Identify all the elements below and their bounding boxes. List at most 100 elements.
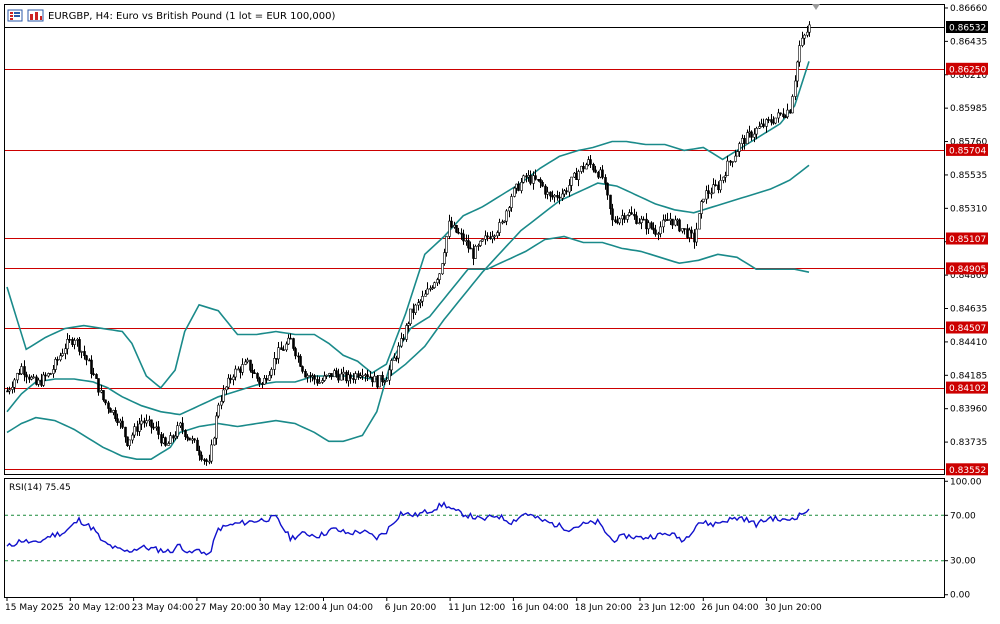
candle-body-down bbox=[198, 450, 201, 456]
candle bbox=[213, 436, 216, 446]
candle-body-down bbox=[301, 366, 304, 372]
candle-body-up bbox=[496, 232, 499, 237]
bar-chart-icon[interactable] bbox=[27, 9, 44, 22]
candle bbox=[164, 436, 167, 447]
candle-body-down bbox=[265, 377, 268, 381]
level-label: 0.84507 bbox=[949, 324, 986, 334]
time-axis-tick-label: 23 May 04:00 bbox=[132, 603, 194, 613]
candle-body-down bbox=[124, 426, 127, 438]
rsi-axis-tick-label: 30.00 bbox=[950, 557, 976, 567]
candle-body-up bbox=[513, 187, 516, 197]
candle-body-up bbox=[570, 176, 573, 186]
candle-body-up bbox=[66, 338, 69, 350]
candle bbox=[774, 117, 777, 125]
candle-body-down bbox=[589, 159, 592, 165]
candle-body-down bbox=[6, 390, 9, 393]
candle bbox=[217, 402, 220, 419]
time-axis-tick-label: 20 May 12:00 bbox=[68, 603, 130, 613]
candle-body-up bbox=[11, 386, 14, 390]
candle-body-up bbox=[698, 213, 701, 230]
candle bbox=[791, 94, 794, 114]
chart-canvas: EURGBP, H4: Euro vs British Pound (1 lot… bbox=[0, 0, 1000, 620]
candle-body-up bbox=[510, 196, 513, 208]
candle-body-down bbox=[707, 190, 710, 194]
candle-body-up bbox=[734, 155, 737, 162]
candle-body-up bbox=[659, 226, 662, 234]
time-axis-tick-label: 23 Jun 12:00 bbox=[638, 603, 695, 613]
candle-body-down bbox=[770, 119, 773, 123]
price-axis-tick-label: 0.85535 bbox=[950, 171, 987, 181]
candle-body-up bbox=[244, 361, 247, 365]
candle-body-up bbox=[270, 369, 273, 376]
price-axis-tick-label: 0.84410 bbox=[950, 338, 987, 348]
candle-body-down bbox=[71, 338, 74, 345]
level-label: 0.84102 bbox=[949, 384, 986, 394]
candle-body-up bbox=[618, 218, 621, 224]
candle-body-up bbox=[167, 443, 170, 446]
candle-body-down bbox=[114, 410, 117, 419]
candle-body-down bbox=[601, 169, 604, 178]
candle-body-up bbox=[753, 133, 756, 138]
candle-body-down bbox=[164, 437, 167, 446]
candle-body-down bbox=[313, 375, 316, 380]
time-axis-tick-label: 30 May 12:00 bbox=[258, 603, 320, 613]
candle-body-up bbox=[80, 351, 83, 353]
time-axis-tick-label: 15 May 2025 bbox=[5, 603, 64, 613]
candle bbox=[522, 174, 525, 184]
candle-body-down bbox=[49, 373, 52, 375]
candle-body-down bbox=[594, 169, 597, 173]
candle-body-down bbox=[160, 434, 163, 444]
rsi-title: RSI(14) 75.45 bbox=[9, 483, 71, 493]
candle-body-up bbox=[131, 434, 134, 441]
candle-body-up bbox=[426, 288, 429, 295]
candle-body-up bbox=[237, 368, 240, 371]
candle-body-down bbox=[642, 218, 645, 221]
candle-body-down bbox=[455, 225, 458, 233]
candle-body-down bbox=[592, 164, 595, 171]
candle-body-up bbox=[647, 222, 650, 230]
candle-body-down bbox=[289, 337, 292, 340]
candle-body-up bbox=[64, 348, 67, 354]
candle-body-up bbox=[241, 364, 244, 373]
time-axis-tick-label: 26 Jun 04:00 bbox=[701, 603, 758, 613]
candle-body-down bbox=[539, 179, 542, 183]
current-price-label: 0.86532 bbox=[949, 24, 986, 34]
candle-body-up bbox=[695, 228, 698, 243]
candle-body-down bbox=[457, 232, 460, 234]
candle-body-up bbox=[76, 339, 79, 341]
candle-body-down bbox=[762, 123, 765, 127]
candle-body-up bbox=[662, 219, 665, 228]
candle-body-down bbox=[337, 373, 340, 381]
candle-body-up bbox=[59, 355, 62, 361]
candle-body-up bbox=[354, 373, 357, 380]
candle-body-down bbox=[90, 359, 93, 375]
candle-body-up bbox=[561, 193, 564, 199]
candle-body-up bbox=[443, 252, 446, 264]
candle-body-up bbox=[808, 24, 811, 33]
candle-body-up bbox=[726, 160, 729, 176]
candle bbox=[126, 436, 129, 447]
candle-body-up bbox=[508, 207, 511, 212]
candle-body-up bbox=[388, 369, 391, 381]
candle-body-down bbox=[258, 378, 261, 384]
candle-body-down bbox=[714, 184, 717, 186]
candle-body-up bbox=[213, 437, 216, 446]
candle-body-up bbox=[786, 109, 789, 118]
candle-body-up bbox=[246, 359, 249, 363]
chart-menu-icon[interactable] bbox=[7, 9, 23, 22]
candle-body-up bbox=[217, 404, 220, 417]
candle bbox=[409, 308, 412, 326]
candle-body-down bbox=[23, 366, 26, 376]
candle-body-down bbox=[152, 426, 155, 429]
candle-body-up bbox=[273, 358, 276, 370]
candle-body-down bbox=[671, 218, 674, 226]
candle-body-down bbox=[604, 177, 607, 184]
candle-body-up bbox=[481, 239, 484, 242]
candle-body-up bbox=[176, 425, 179, 437]
candle-body-up bbox=[803, 34, 806, 39]
candle-body-down bbox=[121, 420, 124, 428]
candle-body-down bbox=[565, 190, 568, 193]
candle-body-up bbox=[522, 175, 525, 183]
candle-body-up bbox=[702, 198, 705, 202]
candle-body-up bbox=[340, 373, 343, 381]
